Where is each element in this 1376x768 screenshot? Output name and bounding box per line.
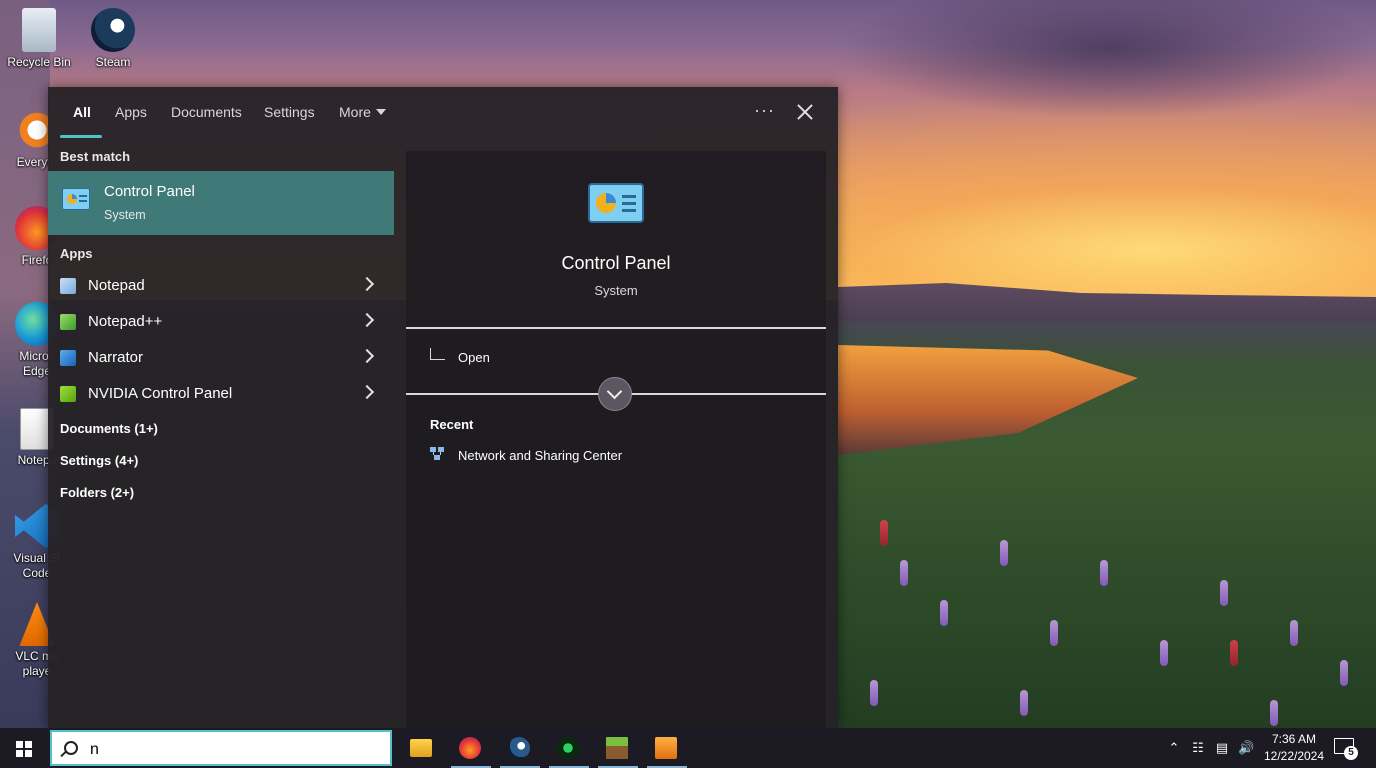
preview-title: Control Panel bbox=[561, 253, 671, 273]
windows-logo-icon bbox=[16, 741, 32, 757]
active-tab-indicator bbox=[60, 135, 102, 138]
documents-group[interactable]: Documents (1+) bbox=[60, 421, 158, 436]
chevron-down-icon bbox=[606, 383, 623, 400]
app-result-label: NVIDIA Control Panel bbox=[88, 385, 233, 402]
wallpaper-flower bbox=[1000, 540, 1008, 566]
chevron-right-icon[interactable] bbox=[359, 276, 375, 292]
open-icon bbox=[430, 348, 445, 360]
folders-group[interactable]: Folders (2+) bbox=[60, 485, 134, 500]
control-panel-icon bbox=[62, 188, 90, 210]
best-match-subtitle: System bbox=[104, 208, 146, 222]
wallpaper-flower bbox=[1160, 640, 1168, 666]
desktop-icon-label: Recycle Bin bbox=[7, 55, 71, 69]
firefox-icon bbox=[459, 737, 481, 759]
tab-more[interactable]: More bbox=[339, 104, 386, 120]
steam-icon bbox=[91, 8, 135, 52]
clock-date: 12/22/2024 bbox=[1263, 749, 1325, 763]
wallpaper-flower bbox=[1050, 620, 1058, 646]
app-result-notepad[interactable]: Notepad bbox=[48, 269, 394, 303]
divider bbox=[406, 327, 826, 329]
nvidia-icon bbox=[60, 386, 76, 402]
wallpaper-flower bbox=[1290, 620, 1298, 646]
wallpaper-clouds bbox=[840, 0, 1376, 120]
taskbar: ⌃ ☷ ▤ 🔊 7:36 AM 12/22/2024 5 bbox=[0, 728, 1376, 768]
chevron-right-icon[interactable] bbox=[359, 312, 375, 328]
desktop-icon-recycle-bin[interactable]: Recycle Bin bbox=[2, 8, 76, 70]
desktop-icon-label: Steam bbox=[95, 55, 131, 69]
control-panel-icon bbox=[588, 183, 644, 223]
network-icon[interactable]: ▤ bbox=[1214, 740, 1230, 756]
tab-settings[interactable]: Settings bbox=[264, 104, 315, 120]
tab-all[interactable]: All bbox=[73, 104, 91, 120]
green-app-icon bbox=[557, 737, 579, 759]
app-result-label: Notepad++ bbox=[88, 313, 163, 330]
wallpaper-flower bbox=[1230, 640, 1238, 666]
network-icon bbox=[430, 447, 444, 460]
apps-header: Apps bbox=[60, 246, 93, 261]
tab-apps[interactable]: Apps bbox=[115, 104, 147, 120]
wallpaper-flower bbox=[880, 520, 888, 546]
wallpaper-flower bbox=[870, 680, 878, 706]
notification-badge: 5 bbox=[1344, 746, 1358, 760]
chevron-up-icon[interactable]: ⌃ bbox=[1166, 740, 1182, 756]
wallpaper-flower bbox=[900, 560, 908, 586]
search-input[interactable] bbox=[88, 738, 382, 762]
notification-center-button[interactable]: 5 bbox=[1334, 738, 1358, 760]
wallpaper-flower bbox=[940, 600, 948, 626]
taskbar-app-orange[interactable] bbox=[643, 728, 691, 768]
volume-icon[interactable]: 🔊 bbox=[1238, 740, 1254, 756]
taskbar-app-file-explorer[interactable] bbox=[398, 728, 446, 768]
recent-item-label: Network and Sharing Center bbox=[458, 448, 623, 463]
settings-group[interactable]: Settings (4+) bbox=[60, 453, 138, 468]
minecraft-icon bbox=[606, 737, 628, 759]
security-icon[interactable]: ☷ bbox=[1190, 740, 1206, 756]
chevron-right-icon[interactable] bbox=[359, 348, 375, 364]
narrator-icon bbox=[60, 350, 76, 366]
clock-time: 7:36 AM bbox=[1271, 732, 1317, 746]
wallpaper-flower bbox=[1220, 580, 1228, 606]
best-match-title: Control Panel bbox=[104, 183, 195, 200]
taskbar-app-firefox[interactable] bbox=[447, 728, 495, 768]
notepad-icon bbox=[60, 278, 76, 294]
taskbar-app-green[interactable] bbox=[545, 728, 593, 768]
app-result-notepadpp[interactable]: Notepad++ bbox=[48, 305, 394, 339]
best-match-header: Best match bbox=[60, 149, 131, 164]
open-label: Open bbox=[458, 350, 490, 365]
start-button[interactable] bbox=[0, 728, 48, 768]
close-icon[interactable] bbox=[794, 101, 816, 123]
search-icon bbox=[64, 741, 78, 755]
app-result-label: Narrator bbox=[88, 349, 144, 366]
app-result-nvidia[interactable]: NVIDIA Control Panel bbox=[48, 377, 394, 411]
preview-subtitle: System bbox=[594, 283, 638, 298]
recycle-bin-icon bbox=[22, 8, 56, 52]
recent-header: Recent bbox=[430, 417, 474, 432]
wallpaper-flower bbox=[1340, 660, 1348, 686]
search-tabs: All Apps Documents Settings More ··· bbox=[48, 87, 838, 139]
taskbar-search-box[interactable] bbox=[50, 730, 392, 766]
wallpaper-flower bbox=[1020, 690, 1028, 716]
chevron-down-icon bbox=[375, 109, 386, 115]
taskbar-app-minecraft[interactable] bbox=[594, 728, 642, 768]
app-result-narrator[interactable]: Narrator bbox=[48, 341, 394, 375]
notepad-plus-plus-icon bbox=[60, 314, 76, 330]
taskbar-app-steam[interactable] bbox=[496, 728, 544, 768]
wallpaper-flower bbox=[1270, 700, 1278, 726]
desktop-icon-steam[interactable]: Steam bbox=[76, 8, 150, 70]
wallpaper-flower bbox=[1100, 560, 1108, 586]
chevron-right-icon[interactable] bbox=[359, 384, 375, 400]
expand-button[interactable] bbox=[598, 377, 632, 411]
file-explorer-icon bbox=[410, 739, 432, 757]
search-panel: All Apps Documents Settings More ··· Bes… bbox=[48, 87, 838, 728]
taskbar-clock[interactable]: 7:36 AM 12/22/2024 bbox=[1256, 731, 1332, 765]
orange-app-icon bbox=[655, 737, 677, 759]
app-result-label: Notepad bbox=[88, 277, 145, 294]
preview-pane: Control Panel System Open Recent Network… bbox=[406, 151, 826, 728]
tab-more-label: More bbox=[339, 104, 371, 120]
tab-documents[interactable]: Documents bbox=[171, 104, 242, 120]
steam-icon bbox=[508, 737, 530, 759]
more-options-button[interactable]: ··· bbox=[754, 100, 775, 121]
results-list: Best match Control Panel System Apps Not… bbox=[48, 139, 394, 728]
best-match-result[interactable]: Control Panel System bbox=[48, 171, 394, 235]
